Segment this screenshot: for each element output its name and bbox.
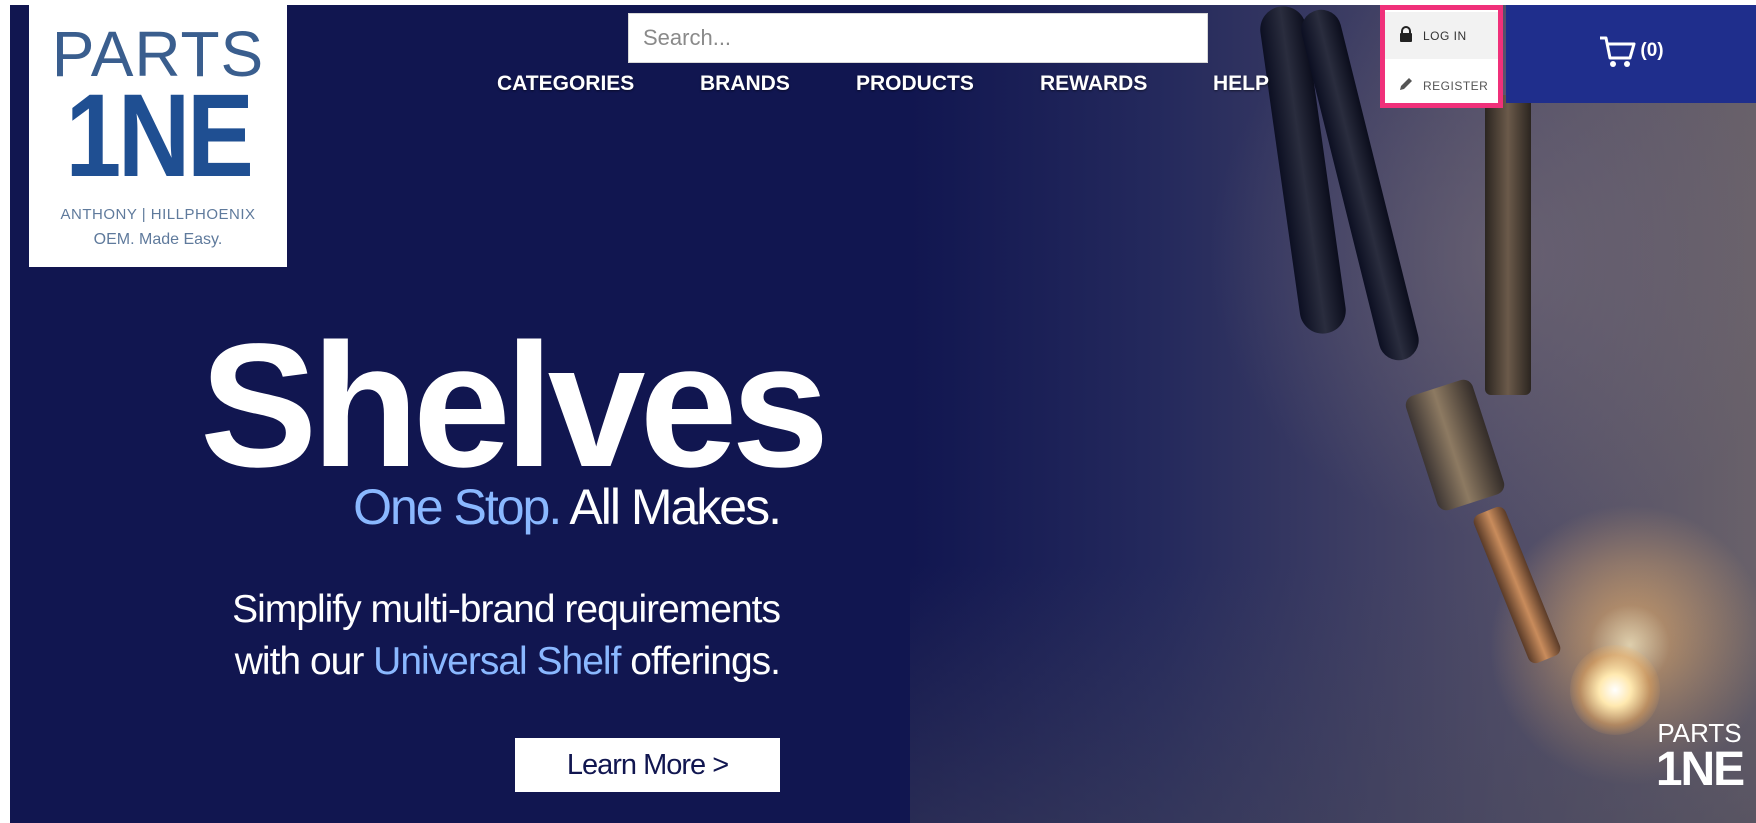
cart-button[interactable]: (0) bbox=[1506, 5, 1756, 103]
hero-tagline: One Stop. All Makes. bbox=[200, 478, 782, 536]
login-label: LOG IN bbox=[1423, 28, 1467, 43]
cart-count: (0) bbox=[1640, 40, 1664, 61]
desc-line-2: with our Universal Shelf offerings. bbox=[100, 636, 781, 688]
register-link[interactable]: REGISTER bbox=[1385, 62, 1498, 109]
logo-tagline: OEM. Made Easy. bbox=[93, 231, 223, 248]
watermark-logo: PARTS 1NE bbox=[1652, 720, 1747, 810]
cart-icon bbox=[1598, 34, 1638, 75]
nav-rewards[interactable]: REWARDS bbox=[1040, 72, 1147, 96]
torch-clamp bbox=[1485, 95, 1531, 395]
watermark-one: 1NE bbox=[1655, 743, 1745, 796]
logo-brand-line: ANTHONY | HILLPHOENIX bbox=[60, 206, 256, 223]
hero-title: Shelves bbox=[200, 308, 829, 504]
nav-brands[interactable]: BRANDS bbox=[700, 72, 790, 96]
tagline-highlight: One Stop. bbox=[353, 479, 562, 535]
tagline-rest: All Makes. bbox=[569, 479, 782, 535]
site-logo[interactable]: PARTS 1NE ANTHONY | HILLPHOENIX OEM. Mad… bbox=[29, 5, 287, 267]
search-input[interactable]: Search... bbox=[628, 13, 1208, 63]
desc-line-2-highlight: Universal Shelf bbox=[373, 640, 621, 683]
nav-products[interactable]: PRODUCTS bbox=[856, 72, 974, 96]
register-label: REGISTER bbox=[1423, 78, 1489, 93]
account-menu: LOG IN REGISTER bbox=[1380, 5, 1503, 108]
learn-more-button[interactable]: Learn More > bbox=[515, 738, 780, 792]
desc-line-2-post: offerings. bbox=[630, 640, 781, 683]
pencil-icon bbox=[1395, 76, 1417, 95]
main-nav: CATEGORIES BRANDS PRODUCTS REWARDS HELP bbox=[0, 72, 1300, 102]
lock-icon bbox=[1395, 26, 1417, 45]
desc-line-1: Simplify multi-brand requirements bbox=[232, 588, 781, 631]
desc-line-2-pre: with our bbox=[234, 640, 365, 683]
spark-glow bbox=[1570, 645, 1660, 735]
nav-categories[interactable]: CATEGORIES bbox=[497, 72, 634, 96]
login-link[interactable]: LOG IN bbox=[1385, 12, 1498, 59]
hero-description: Simplify multi-brand requirements with o… bbox=[100, 584, 781, 688]
nav-help[interactable]: HELP bbox=[1213, 72, 1269, 96]
search-placeholder: Search... bbox=[643, 25, 732, 50]
